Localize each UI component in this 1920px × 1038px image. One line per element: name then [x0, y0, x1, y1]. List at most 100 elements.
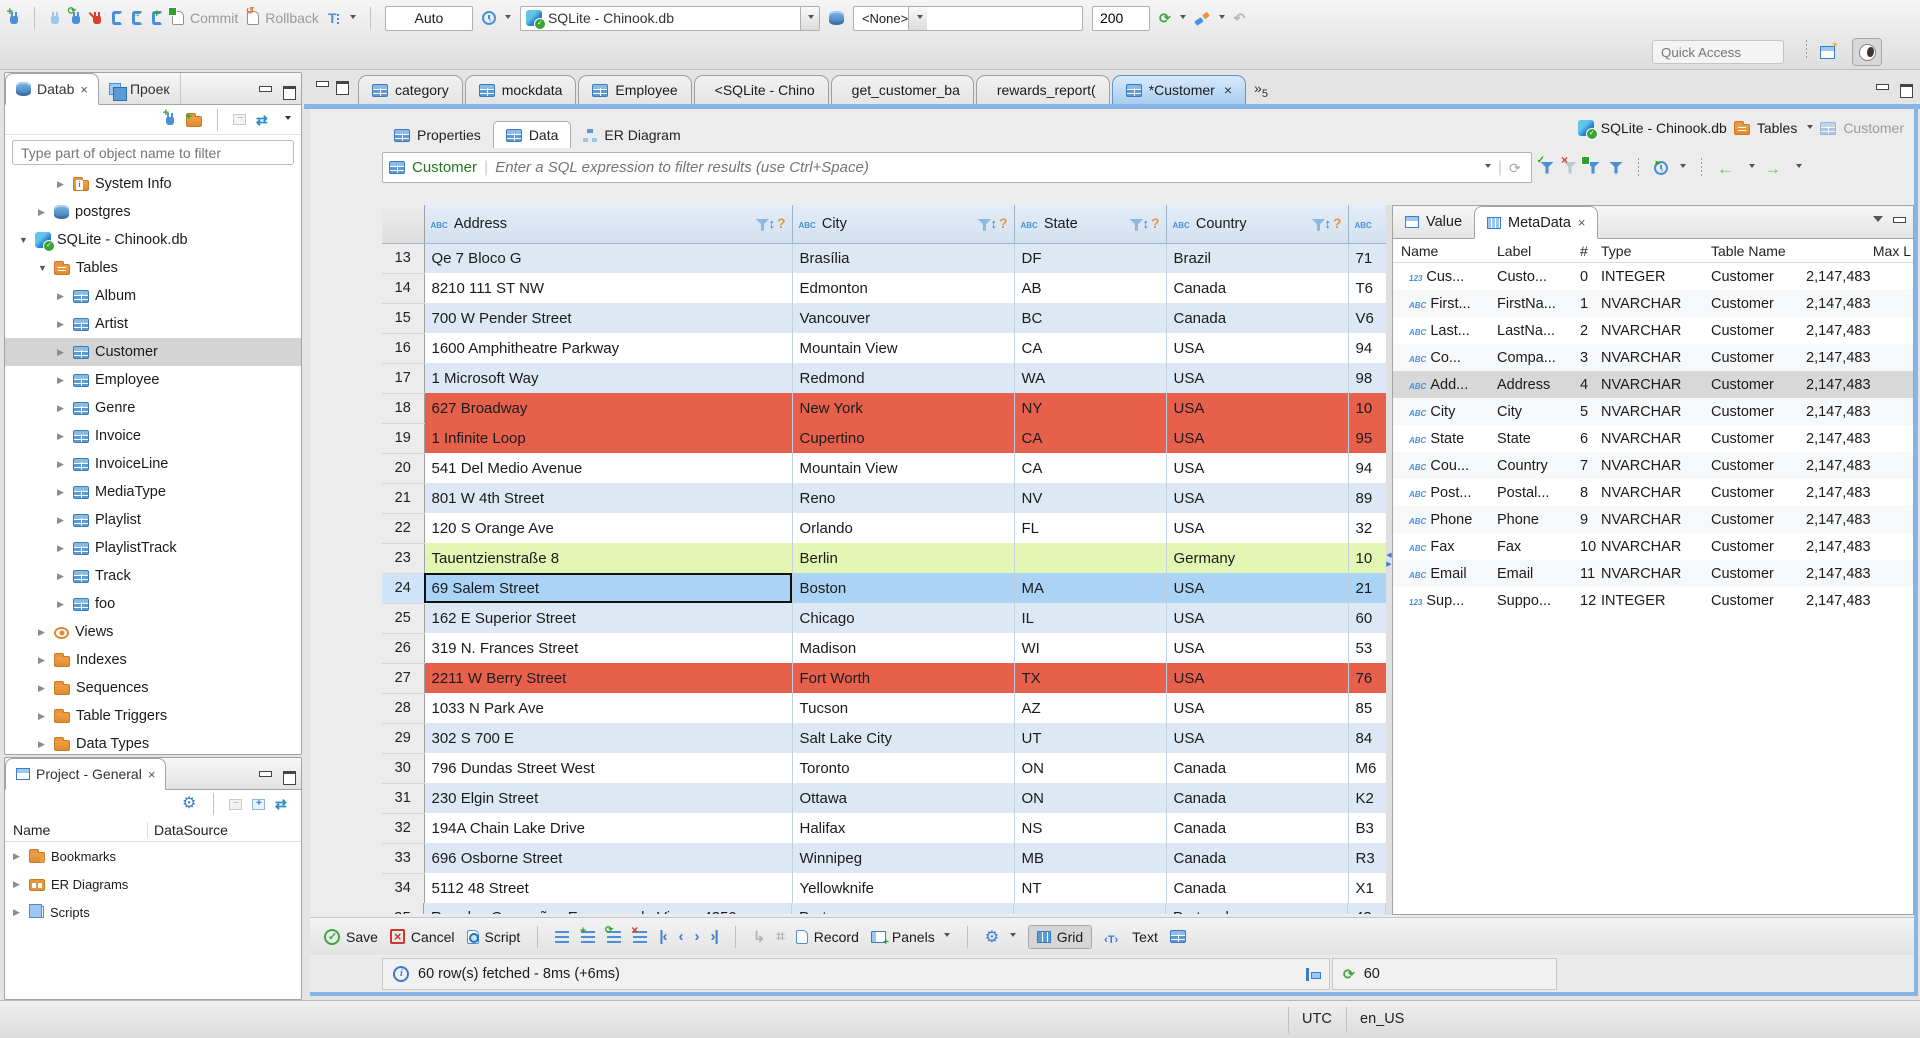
row-number[interactable]: 23 — [382, 543, 425, 574]
table-row[interactable]: First... FirstNa... 1 NVARCHAR Customer … — [1393, 290, 1913, 317]
cell-state[interactable]: IL — [1014, 603, 1167, 633]
cell-city[interactable]: Chicago — [792, 603, 1015, 633]
cell-postal[interactable]: B3 — [1348, 813, 1387, 843]
tree-item[interactable]: Playlist — [5, 506, 301, 534]
cell-address[interactable]: 696 Osborne Street — [424, 843, 793, 873]
row-number[interactable]: 22 — [382, 513, 425, 544]
tree-item[interactable]: Artist — [5, 310, 301, 338]
table-row[interactable]: Cou... Country 7 NVARCHAR Customer 2,147… — [1393, 452, 1913, 479]
table-row[interactable]: 27 2211 W Berry Street Fort Worth TX USA… — [382, 663, 1387, 694]
filter-history-icon[interactable] — [1484, 164, 1491, 171]
column-header-name[interactable]: Name — [5, 822, 147, 838]
table-row[interactable]: 30 796 Dundas Street West Toronto ON Can… — [382, 753, 1387, 784]
commit-button[interactable]: Commit — [168, 7, 238, 26]
cell-postal[interactable]: 32 — [1348, 513, 1387, 543]
column-header-address[interactable]: Address — [424, 205, 793, 244]
cell-state[interactable]: MA — [1014, 573, 1167, 603]
table-row[interactable]: Email Email 11 NVARCHAR Customer 2,147,4… — [1393, 560, 1913, 587]
hidden-tabs-indicator[interactable]: »5 — [1248, 80, 1274, 104]
breadcrumb-entity[interactable]: Customer — [1843, 120, 1904, 136]
apply-filter-icon[interactable] — [1537, 155, 1554, 175]
perspective-dbeaver-button[interactable] — [1852, 38, 1882, 66]
filter-icon[interactable] — [1311, 218, 1322, 230]
cell-state[interactable]: CA — [1014, 423, 1167, 453]
commit-mode-combo[interactable]: Auto — [384, 5, 473, 31]
cell-state[interactable]: NT — [1014, 873, 1167, 903]
cell-city[interactable]: New York — [792, 393, 1015, 423]
cell-city[interactable]: Cupertino — [792, 423, 1015, 453]
cell-postal[interactable]: 95 — [1348, 423, 1387, 453]
column-header-max-length[interactable]: Max L — [1802, 239, 1913, 262]
column-header-country[interactable]: Country — [1166, 205, 1349, 244]
text-view-button[interactable]: Text — [1104, 929, 1158, 945]
previous-row-button[interactable]: ‹ — [679, 928, 684, 945]
cell-address[interactable]: 700 W Pender Street — [424, 303, 793, 333]
expand-arrow-icon[interactable] — [13, 851, 24, 862]
gear-icon[interactable] — [182, 796, 198, 812]
grid-view-button[interactable]: Grid — [1027, 924, 1093, 949]
row-number[interactable]: 19 — [382, 423, 425, 454]
expand-arrow-icon[interactable] — [57, 375, 68, 386]
expand-arrow-icon[interactable] — [38, 655, 49, 666]
minimize-icon[interactable] — [1876, 83, 1890, 94]
chevron-down-icon[interactable] — [1796, 164, 1802, 171]
cell-address[interactable]: 2211 W Berry Street — [424, 663, 793, 693]
expand-arrow-icon[interactable] — [57, 179, 68, 190]
cell-address[interactable]: 1 Infinite Loop — [424, 423, 793, 453]
refresh-icon[interactable] — [1509, 160, 1525, 176]
tab-project-general[interactable]: Project - General × — [5, 758, 167, 790]
expand-arrow-icon[interactable] — [38, 711, 49, 722]
expand-arrow-icon[interactable] — [57, 571, 68, 582]
table-row[interactable]: 25 162 E Superior Street Chicago IL USA … — [382, 603, 1387, 634]
cell-postal[interactable]: 94 — [1348, 333, 1387, 363]
column-header-name[interactable]: Name — [1393, 239, 1493, 262]
duplicate-row-icon[interactable] — [605, 925, 622, 943]
grid-corner[interactable] — [382, 205, 425, 244]
cell-state[interactable]: CA — [1014, 333, 1167, 363]
save-button[interactable]: Save — [324, 928, 378, 945]
cell-country[interactable]: USA — [1166, 363, 1349, 393]
goto-row-icon[interactable]: ↳ — [753, 928, 766, 946]
row-number[interactable]: 15 — [382, 303, 425, 334]
table-row[interactable]: 20 541 Del Medio Avenue Mountain View CA… — [382, 453, 1387, 484]
column-header-partial[interactable] — [1348, 205, 1387, 244]
maximize-icon[interactable] — [1900, 83, 1913, 98]
editor-tab[interactable]: mockdata × — [464, 75, 577, 104]
cell-address[interactable]: 796 Dundas Street West — [424, 753, 793, 783]
cell-city[interactable]: Edmonton — [792, 273, 1015, 303]
cell-city[interactable]: Fort Worth — [792, 663, 1015, 693]
result-tab[interactable]: Properties — [382, 122, 493, 148]
cell-state[interactable]: WI — [1014, 633, 1167, 663]
cell-postal[interactable]: X1 — [1348, 873, 1387, 903]
table-row[interactable]: 28 1033 N Park Ave Tucson AZ USA 85 — [382, 693, 1387, 724]
tree-item[interactable]: Data Types — [5, 730, 301, 754]
result-tab[interactable]: Data — [492, 121, 572, 148]
connect-icon[interactable] — [49, 11, 61, 25]
sort-icon[interactable] — [1142, 216, 1149, 232]
row-number[interactable]: 20 — [382, 453, 425, 484]
cell-country[interactable]: Germany — [1166, 543, 1349, 573]
cell-address[interactable]: 120 S Orange Ave — [424, 513, 793, 543]
tree-item[interactable]: Customer — [5, 338, 301, 366]
cancel-button[interactable]: Cancel — [389, 929, 455, 945]
expand-arrow-icon[interactable] — [38, 683, 49, 694]
column-header-ordinal[interactable]: # — [1579, 239, 1597, 262]
connection-selector[interactable]: SQLite - Chinook.db — [519, 5, 820, 31]
cell-address[interactable]: 1 Microsoft Way — [424, 363, 793, 393]
table-row[interactable]: 14 8210 111 ST NW Edmonton AB Canada T6 — [382, 273, 1387, 304]
object-filter-input[interactable] — [12, 140, 294, 165]
cell-city[interactable]: Orlando — [792, 513, 1015, 543]
cell-city[interactable]: Salt Lake City — [792, 723, 1015, 753]
table-row[interactable]: 23 Tauentzienstraße 8 Berlin Germany 10 — [382, 543, 1387, 574]
tab-database-navigator[interactable]: Datab × — [5, 73, 99, 105]
cell-state[interactable]: ON — [1014, 753, 1167, 783]
table-row[interactable]: 33 696 Osborne Street Winnipeg MB Canada… — [382, 843, 1387, 874]
table-row[interactable]: Post... Postal... 8 NVARCHAR Customer 2,… — [1393, 479, 1913, 506]
filter-icon[interactable] — [977, 218, 988, 230]
filter-icon[interactable] — [755, 218, 766, 230]
auto-refresh-timer-icon[interactable] — [1654, 159, 1668, 175]
cell-postal[interactable]: 76 — [1348, 663, 1387, 693]
cell-country[interactable]: Canada — [1166, 813, 1349, 843]
tab-metadata[interactable]: MetaData × — [1474, 206, 1599, 239]
cell-state[interactable]: FL — [1014, 513, 1167, 543]
